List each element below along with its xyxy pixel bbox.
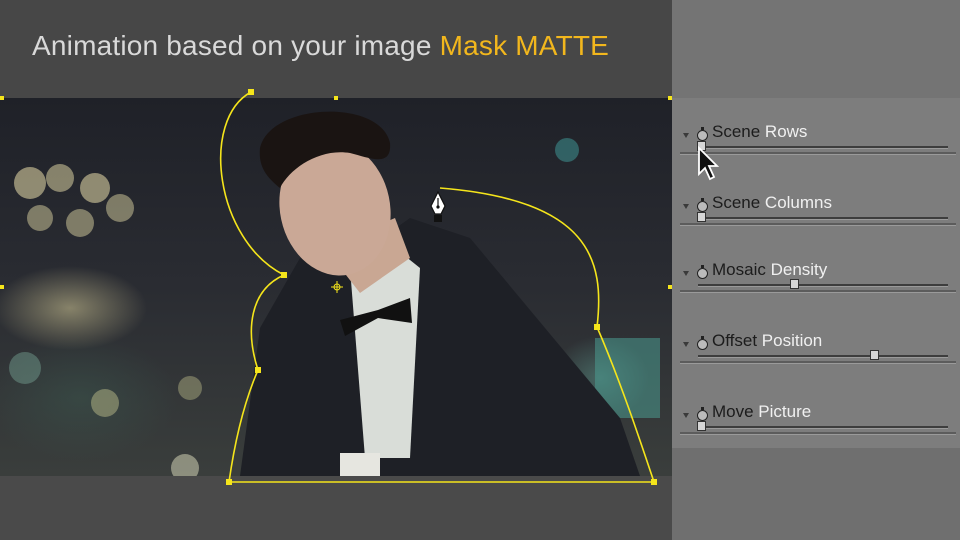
slider-knob[interactable]	[869, 350, 879, 360]
divider	[680, 223, 956, 226]
divider	[680, 361, 956, 364]
divider	[680, 290, 956, 293]
effect-controls-panel: Scene Rows Scene Columns Mosaic Density …	[672, 0, 960, 540]
slider-track[interactable]	[698, 426, 948, 429]
mask-vertex[interactable]	[255, 367, 261, 373]
param-scene-rows: Scene Rows	[680, 122, 956, 162]
pen-tool-icon	[428, 190, 448, 233]
arrow-cursor-icon	[697, 145, 721, 187]
mask-vertex[interactable]	[651, 479, 657, 485]
stopwatch-icon[interactable]	[697, 336, 708, 350]
triangle-down-icon[interactable]	[683, 271, 689, 276]
layer-handle[interactable]	[334, 96, 338, 100]
stopwatch-icon[interactable]	[697, 407, 708, 421]
mask-vertex[interactable]	[594, 324, 600, 330]
anchor-point-icon[interactable]	[331, 281, 343, 293]
stopwatch-icon[interactable]	[697, 127, 708, 141]
stopwatch-icon[interactable]	[697, 198, 708, 212]
slider-track[interactable]	[698, 146, 948, 149]
param-label: Move Picture	[712, 402, 812, 421]
divider	[680, 432, 956, 435]
param-mosaic-density: Mosaic Density	[680, 260, 956, 300]
param-move-picture: Move Picture	[680, 402, 956, 442]
mask-vertex[interactable]	[248, 89, 254, 95]
triangle-down-icon[interactable]	[683, 413, 689, 418]
slider-knob[interactable]	[697, 421, 706, 431]
layer-handle[interactable]	[0, 96, 4, 100]
divider	[680, 152, 956, 155]
triangle-down-icon[interactable]	[683, 133, 689, 138]
param-scene-columns: Scene Columns	[680, 193, 956, 233]
param-label: Offset Position	[712, 331, 823, 350]
slider-knob[interactable]	[697, 212, 706, 222]
panel-header	[672, 0, 960, 98]
stopwatch-icon[interactable]	[697, 265, 708, 279]
mask-vertex[interactable]	[281, 272, 287, 278]
slider-track[interactable]	[698, 355, 948, 358]
triangle-down-icon[interactable]	[683, 342, 689, 347]
slider-track[interactable]	[698, 284, 948, 287]
triangle-down-icon[interactable]	[683, 204, 689, 209]
param-label: Scene Rows	[712, 122, 808, 141]
mask-path[interactable]	[0, 0, 672, 540]
param-label: Mosaic Density	[712, 260, 828, 279]
mask-curve[interactable]	[219, 91, 656, 483]
param-offset-position: Offset Position	[680, 331, 956, 371]
slider-track[interactable]	[698, 217, 948, 220]
mask-vertex[interactable]	[226, 479, 232, 485]
panel-footer	[672, 448, 960, 540]
slider-knob[interactable]	[789, 279, 799, 289]
param-label: Scene Columns	[712, 193, 833, 212]
layer-handle[interactable]	[0, 285, 4, 289]
